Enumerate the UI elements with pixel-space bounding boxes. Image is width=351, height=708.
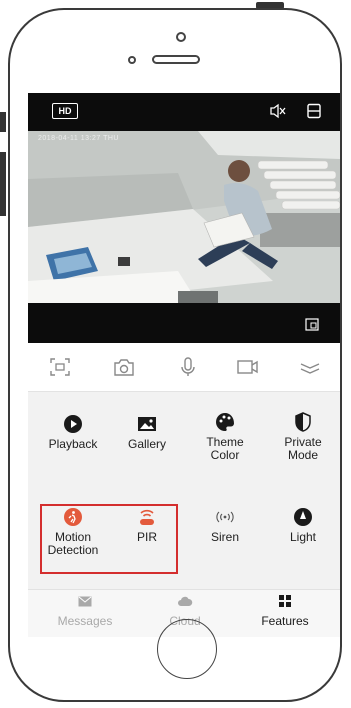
feature-label: Gallery [127,437,166,451]
feature-gallery[interactable]: Gallery [110,414,184,451]
camera-icon[interactable] [112,356,136,378]
tab-features[interactable]: Features [240,594,330,628]
live-video-feed[interactable]: 2018-04-11 13:27 THU [28,131,340,303]
envelope-icon [78,596,92,607]
scan-frame-icon[interactable] [48,356,72,378]
video-top-bar: HD [28,93,340,131]
compass-light-icon [294,508,312,526]
siren-waves-icon [216,511,234,523]
video-scene [28,131,340,303]
earpiece-speaker [152,55,200,64]
control-toolbar [28,343,340,391]
shield-icon [295,412,311,432]
features-panel: Playback Gallery Theme Color Private Mod… [28,391,340,590]
cloud-icon [178,596,193,606]
highlight-box [40,504,178,574]
tab-label: Features [261,614,309,628]
proximity-sensor [128,56,136,64]
feature-label: Private Mode [284,435,322,462]
front-camera [176,32,186,42]
feature-light[interactable]: Light [266,507,340,544]
play-circle-icon [64,415,82,433]
tab-label: Messages [57,614,113,628]
menu-icon[interactable] [306,103,322,119]
tab-messages[interactable]: Messages [40,594,130,628]
feature-label: Siren [210,530,239,544]
image-icon [138,417,156,431]
feature-label: Theme Color [206,435,244,462]
feature-label: Playback [48,437,98,451]
chevron-down-icon[interactable] [298,356,322,378]
fullscreen-icon[interactable] [305,318,319,331]
speaker-muted-icon[interactable] [269,103,287,119]
app-screen: HD 2018-04-11 13:27 THU Playback Gallery… [28,93,340,637]
feature-playback[interactable]: Playback [36,414,110,451]
feature-private-mode[interactable]: Private Mode [266,412,340,462]
video-camera-icon[interactable] [236,356,260,378]
feature-theme-color[interactable]: Theme Color [188,412,262,462]
feature-label: Light [289,530,317,544]
volume-buttons [0,152,6,216]
home-button[interactable] [157,619,217,679]
palette-icon [216,413,234,431]
video-timestamp: 2018-04-11 13:27 THU [38,135,119,142]
grid-icon [279,595,291,607]
microphone-icon[interactable] [176,356,200,378]
mute-switch [0,112,6,132]
hd-quality-badge[interactable]: HD [52,103,78,119]
video-bottom-bar [28,303,340,343]
feature-siren[interactable]: Siren [188,507,262,544]
